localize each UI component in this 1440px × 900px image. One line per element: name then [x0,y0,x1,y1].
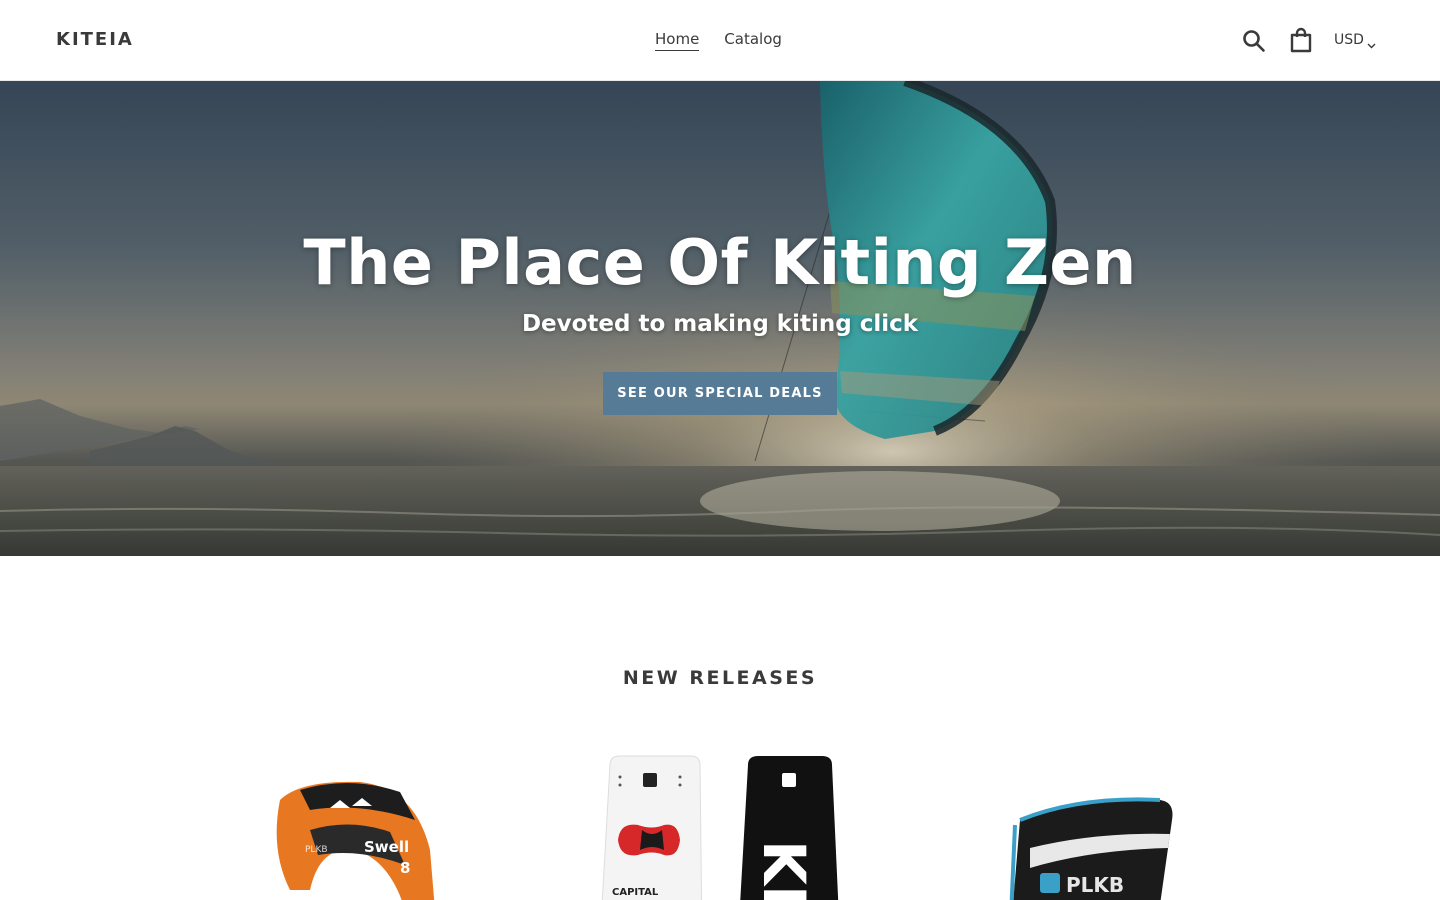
nav-link-home[interactable]: Home [655,30,700,51]
product-card-kite-plkb[interactable]: PLKB [880,740,1200,900]
product-image-text: CAPITAL [612,887,659,898]
site-header: KITEIA Home Catalog USD [0,0,1440,81]
special-deals-button[interactable]: SEE OUR SPECIAL DEALS [603,372,837,415]
product-image-text: KB [750,840,818,900]
hero-subtitle: Devoted to making kiting click [521,311,919,337]
product-image-text: Swell [364,838,409,856]
cart-icon[interactable] [1289,27,1313,53]
currency-select[interactable]: USD [1334,32,1376,49]
new-releases-title: NEW RELEASES [622,667,818,689]
chevron-down-icon [1367,37,1376,49]
product-image-boards: CAPITAL KB [601,755,839,900]
logo[interactable]: KITEIA [56,29,134,50]
search-icon[interactable] [1242,29,1266,53]
product-image-kite: Swell 8 PLKB [276,781,435,900]
hero-banner: The Place Of Kiting Zen Devoted to makin… [0,81,1440,556]
currency-value: USD [1334,32,1364,48]
main-nav: Home Catalog [655,30,782,51]
hero-title: The Place Of Kiting Zen [303,226,1137,299]
product-card-boards[interactable]: CAPITAL KB [560,740,880,900]
product-image-brand: PLKB [305,845,328,855]
product-image-text: PLKB [1066,873,1124,897]
product-image-kite-plkb: PLKB [1009,797,1173,900]
product-card-kite[interactable]: Swell 8 PLKB [240,740,560,900]
product-image-size: 8 [400,859,410,877]
nav-link-catalog[interactable]: Catalog [724,30,782,51]
